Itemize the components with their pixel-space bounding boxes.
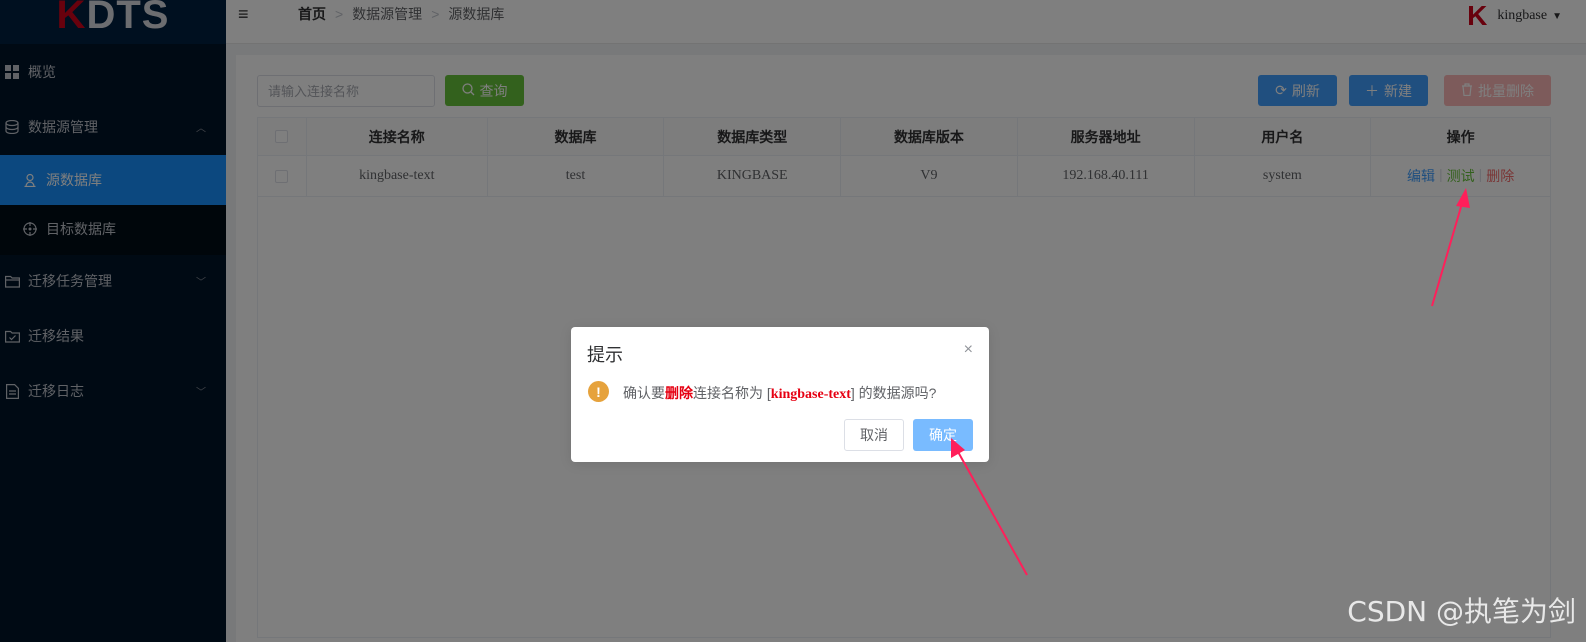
close-icon[interactable]: × [964,341,973,359]
msg-prefix: 确认要 [623,385,665,401]
confirm-button[interactable]: 确定 [913,419,973,451]
msg-connection-name: kingbase-text [770,387,851,402]
warning-icon: ! [588,381,609,402]
confirm-dialog: 提示 × ! 确认要删除连接名称为 [kingbase-text] 的数据源吗?… [571,327,989,462]
dialog-title: 提示 [587,345,623,365]
msg-action: 删除 [665,385,693,401]
msg-suffix: ] 的数据源吗? [850,385,937,401]
dialog-message: 确认要删除连接名称为 [kingbase-text] 的数据源吗? [623,383,936,403]
cancel-button[interactable]: 取消 [844,419,904,451]
msg-mid: 连接名称为 [ [693,385,771,401]
watermark: CSDN @执笔为剑 [1347,595,1576,628]
modal-overlay[interactable] [0,0,1586,642]
